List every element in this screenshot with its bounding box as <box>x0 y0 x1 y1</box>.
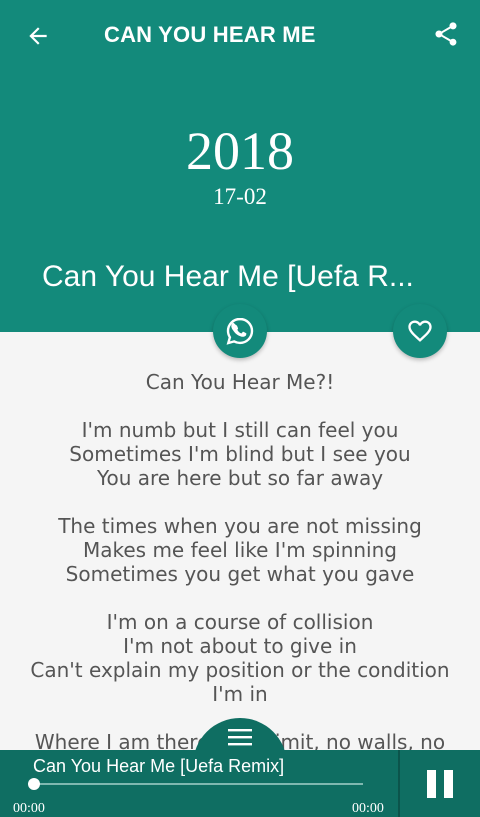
lyrics-line: Makes me feel like I'm spinning <box>82 538 397 562</box>
lyrics-line: I'm on a course of collision <box>106 610 374 634</box>
favorite-button[interactable] <box>393 304 447 358</box>
pause-icon <box>444 770 453 798</box>
lyrics-line: Sometimes you get what you gave <box>65 562 415 586</box>
whatsapp-share-button[interactable] <box>213 304 267 358</box>
lyrics-line: I'm in <box>212 682 268 706</box>
page-title: CAN YOU HEAR ME <box>104 22 316 47</box>
share-button[interactable] <box>426 14 466 54</box>
player-divider <box>398 750 400 817</box>
menu-icon <box>228 729 252 746</box>
progress-track[interactable] <box>33 783 363 785</box>
lyrics-line: Can You Hear Me?! <box>145 370 335 394</box>
back-button[interactable] <box>18 16 58 56</box>
lyrics-spacer <box>0 394 480 418</box>
current-time: 00:00 <box>13 801 45 816</box>
player-bar: Can You Hear Me [Uefa Remix] 00:00 00:00 <box>0 750 480 817</box>
total-time: 00:00 <box>352 801 384 816</box>
release-year: 2018 <box>186 121 294 181</box>
player-track-title: Can You Hear Me [Uefa Remix] <box>33 756 285 776</box>
lyrics-line: Sometimes I'm blind but I see you <box>69 442 411 466</box>
song-name: Can You Hear Me [Uefa R... <box>42 260 414 293</box>
pause-icon <box>427 770 436 798</box>
release-date: 17-02 <box>213 184 267 209</box>
lyrics-spacer <box>0 490 480 514</box>
lyrics-line: You are here but so far away <box>96 466 384 490</box>
app-bar: CAN YOU HEAR ME <box>0 0 480 72</box>
whatsapp-icon <box>226 317 254 345</box>
lyrics-spacer <box>0 586 480 610</box>
lyrics-line: The times when you are not missing <box>58 514 422 538</box>
song-header: CAN YOU HEAR ME 2018 17-02 Can You Hear … <box>0 0 480 332</box>
seek-handle[interactable] <box>28 778 40 790</box>
arrow-left-icon <box>29 27 47 45</box>
heart-outline-icon <box>408 320 432 342</box>
pause-button[interactable] <box>420 764 460 804</box>
lyrics-line: Can't explain my position or the conditi… <box>30 658 450 682</box>
lyrics-text: Can You Hear Me?! I'm numb but I still c… <box>0 370 480 750</box>
share-icon <box>435 22 457 46</box>
lyrics-line: I'm numb but I still can feel you <box>81 418 399 442</box>
lyrics-line: I'm not about to give in <box>123 634 357 658</box>
